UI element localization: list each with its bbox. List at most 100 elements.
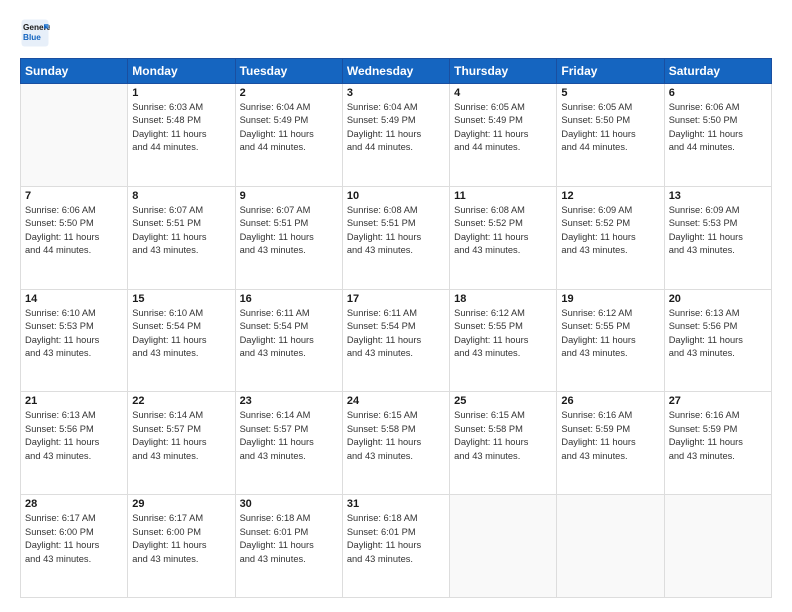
cell-info-line: and 43 minutes. [561, 244, 659, 257]
cell-info-line: Daylight: 11 hours [561, 334, 659, 347]
calendar-cell: 9Sunrise: 6:07 AMSunset: 5:51 PMDaylight… [235, 186, 342, 289]
col-header-sunday: Sunday [21, 59, 128, 84]
svg-text:Blue: Blue [23, 33, 41, 42]
cell-info-line: and 43 minutes. [240, 553, 338, 566]
cell-info-line: Daylight: 11 hours [347, 334, 445, 347]
calendar-cell: 17Sunrise: 6:11 AMSunset: 5:54 PMDayligh… [342, 289, 449, 392]
day-number: 4 [454, 87, 552, 99]
day-number: 27 [669, 395, 767, 407]
page: General Blue SundayMondayTuesdayWednesda… [0, 0, 792, 612]
calendar-cell [557, 495, 664, 598]
cell-info-line: and 43 minutes. [132, 553, 230, 566]
calendar-cell: 27Sunrise: 6:16 AMSunset: 5:59 PMDayligh… [664, 392, 771, 495]
cell-info-line: Daylight: 11 hours [25, 334, 123, 347]
day-number: 21 [25, 395, 123, 407]
cell-info-line: Sunset: 5:57 PM [240, 423, 338, 436]
cell-info-line: and 43 minutes. [240, 450, 338, 463]
cell-info-line: and 43 minutes. [454, 347, 552, 360]
day-number: 26 [561, 395, 659, 407]
cell-info-line: Sunrise: 6:16 AM [561, 409, 659, 422]
logo: General Blue [20, 18, 50, 48]
calendar-cell: 15Sunrise: 6:10 AMSunset: 5:54 PMDayligh… [128, 289, 235, 392]
cell-info-line: Sunrise: 6:11 AM [347, 307, 445, 320]
calendar-cell: 3Sunrise: 6:04 AMSunset: 5:49 PMDaylight… [342, 84, 449, 187]
day-number: 10 [347, 190, 445, 202]
cell-info-line: Daylight: 11 hours [454, 128, 552, 141]
cell-info-line: Sunrise: 6:18 AM [240, 512, 338, 525]
cell-info-line: Daylight: 11 hours [454, 231, 552, 244]
cell-info-line: Sunrise: 6:09 AM [561, 204, 659, 217]
calendar-cell [664, 495, 771, 598]
calendar-cell: 13Sunrise: 6:09 AMSunset: 5:53 PMDayligh… [664, 186, 771, 289]
cell-info-line: Daylight: 11 hours [454, 436, 552, 449]
cell-info-line: and 44 minutes. [25, 244, 123, 257]
week-row-3: 21Sunrise: 6:13 AMSunset: 5:56 PMDayligh… [21, 392, 772, 495]
cell-info-line: and 44 minutes. [240, 141, 338, 154]
cell-info-line: Daylight: 11 hours [669, 231, 767, 244]
cell-info-line: Daylight: 11 hours [132, 128, 230, 141]
calendar-cell: 14Sunrise: 6:10 AMSunset: 5:53 PMDayligh… [21, 289, 128, 392]
cell-info-line: Sunset: 5:56 PM [25, 423, 123, 436]
cell-info-line: Sunrise: 6:11 AM [240, 307, 338, 320]
cell-info-line: Sunrise: 6:13 AM [669, 307, 767, 320]
cell-info-line: and 43 minutes. [347, 553, 445, 566]
cell-info-line: Daylight: 11 hours [347, 539, 445, 552]
header-row: SundayMondayTuesdayWednesdayThursdayFrid… [21, 59, 772, 84]
cell-info-line: Daylight: 11 hours [561, 436, 659, 449]
cell-info-line: and 44 minutes. [669, 141, 767, 154]
cell-info-line: Sunrise: 6:12 AM [454, 307, 552, 320]
cell-info-line: Sunrise: 6:04 AM [240, 101, 338, 114]
cell-info-line: Sunset: 6:01 PM [347, 526, 445, 539]
cell-info-line: and 44 minutes. [132, 141, 230, 154]
cell-info-line: Sunset: 5:52 PM [454, 217, 552, 230]
cell-info-line: Daylight: 11 hours [240, 334, 338, 347]
day-number: 15 [132, 293, 230, 305]
cell-info-line: Sunrise: 6:05 AM [454, 101, 552, 114]
cell-info-line: Sunset: 5:58 PM [347, 423, 445, 436]
calendar-cell: 31Sunrise: 6:18 AMSunset: 6:01 PMDayligh… [342, 495, 449, 598]
day-number: 16 [240, 293, 338, 305]
cell-info-line: Sunrise: 6:15 AM [454, 409, 552, 422]
cell-info-line: Sunset: 5:53 PM [25, 320, 123, 333]
day-number: 12 [561, 190, 659, 202]
col-header-friday: Friday [557, 59, 664, 84]
cell-info-line: Sunset: 5:49 PM [240, 114, 338, 127]
cell-info-line: and 44 minutes. [347, 141, 445, 154]
cell-info-line: Sunrise: 6:06 AM [25, 204, 123, 217]
day-number: 24 [347, 395, 445, 407]
calendar-cell: 22Sunrise: 6:14 AMSunset: 5:57 PMDayligh… [128, 392, 235, 495]
cell-info-line: Sunset: 5:58 PM [454, 423, 552, 436]
cell-info-line: Sunset: 6:00 PM [25, 526, 123, 539]
cell-info-line: Sunset: 5:52 PM [561, 217, 659, 230]
cell-info-line: and 43 minutes. [240, 244, 338, 257]
calendar-cell: 19Sunrise: 6:12 AMSunset: 5:55 PMDayligh… [557, 289, 664, 392]
calendar-cell: 7Sunrise: 6:06 AMSunset: 5:50 PMDaylight… [21, 186, 128, 289]
cell-info-line: Sunrise: 6:14 AM [132, 409, 230, 422]
day-number: 20 [669, 293, 767, 305]
cell-info-line: Sunrise: 6:16 AM [669, 409, 767, 422]
cell-info-line: Sunrise: 6:10 AM [132, 307, 230, 320]
cell-info-line: Sunrise: 6:08 AM [454, 204, 552, 217]
cell-info-line: Daylight: 11 hours [132, 539, 230, 552]
cell-info-line: Daylight: 11 hours [347, 231, 445, 244]
cell-info-line: and 43 minutes. [240, 347, 338, 360]
cell-info-line: Sunset: 5:51 PM [132, 217, 230, 230]
cell-info-line: and 43 minutes. [25, 450, 123, 463]
calendar-cell: 18Sunrise: 6:12 AMSunset: 5:55 PMDayligh… [450, 289, 557, 392]
cell-info-line: and 43 minutes. [347, 450, 445, 463]
calendar-table: SundayMondayTuesdayWednesdayThursdayFrid… [20, 58, 772, 598]
cell-info-line: Daylight: 11 hours [347, 436, 445, 449]
cell-info-line: and 44 minutes. [561, 141, 659, 154]
day-number: 18 [454, 293, 552, 305]
cell-info-line: Daylight: 11 hours [132, 231, 230, 244]
cell-info-line: Daylight: 11 hours [454, 334, 552, 347]
calendar-cell: 24Sunrise: 6:15 AMSunset: 5:58 PMDayligh… [342, 392, 449, 495]
cell-info-line: Sunset: 5:53 PM [669, 217, 767, 230]
cell-info-line: Sunset: 5:54 PM [132, 320, 230, 333]
col-header-monday: Monday [128, 59, 235, 84]
cell-info-line: and 43 minutes. [347, 244, 445, 257]
cell-info-line: and 43 minutes. [454, 244, 552, 257]
cell-info-line: Daylight: 11 hours [25, 231, 123, 244]
cell-info-line: Sunrise: 6:03 AM [132, 101, 230, 114]
cell-info-line: Sunset: 6:01 PM [240, 526, 338, 539]
